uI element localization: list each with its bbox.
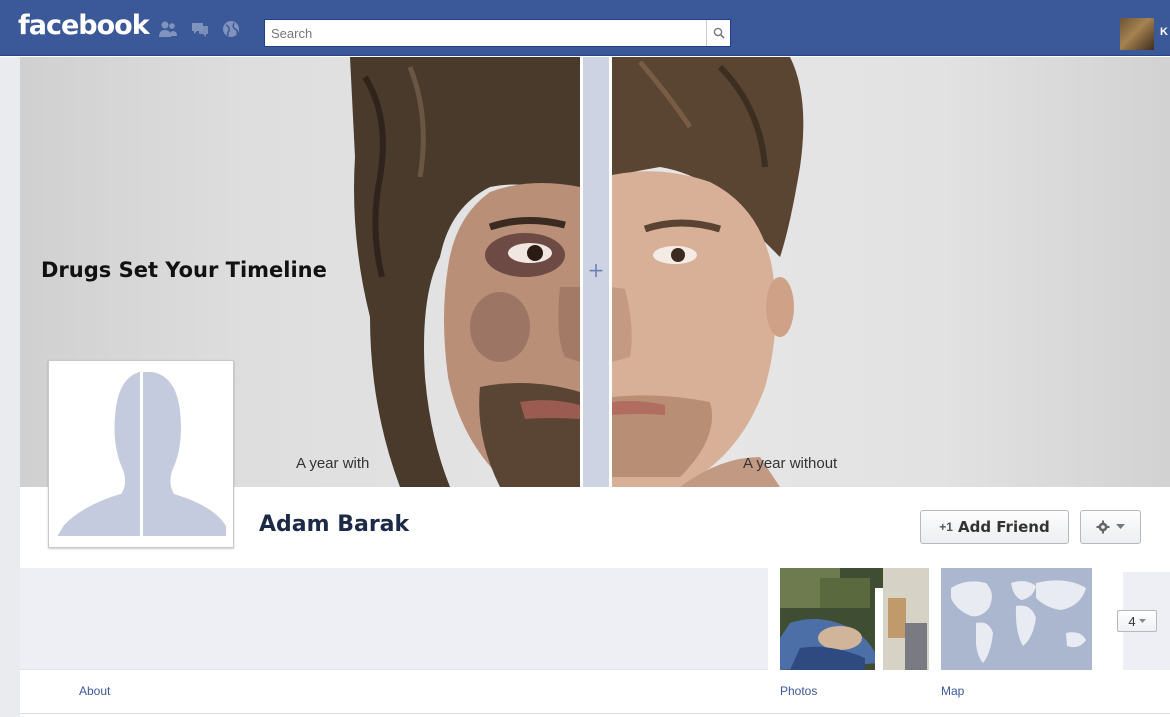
cover-caption-without: A year without (743, 455, 838, 472)
friend-requests-icon[interactable] (158, 20, 178, 38)
page-left-gutter (0, 57, 20, 717)
add-friend-label: Add Friend (957, 518, 1050, 536)
cover-caption-with: A year with (296, 455, 370, 472)
profile-picture[interactable] (48, 360, 234, 548)
chevron-down-icon (1116, 524, 1125, 529)
search-input[interactable] (271, 23, 701, 43)
search-button[interactable] (706, 20, 730, 46)
photos-preview-image (780, 568, 929, 670)
search-icon (713, 27, 725, 39)
user-name-initial[interactable]: K (1160, 26, 1168, 38)
notifications-globe-icon[interactable] (221, 20, 241, 38)
svg-text:+: + (588, 258, 605, 282)
world-map-preview (941, 568, 1092, 670)
search-box (264, 19, 731, 47)
map-thumbnail[interactable] (941, 568, 1092, 670)
settings-dropdown-button[interactable] (1080, 510, 1141, 544)
section-divider (20, 713, 1170, 714)
user-avatar[interactable] (1120, 18, 1154, 50)
add-friend-icon: +1 (939, 520, 953, 534)
profile-name[interactable]: Adam Barak (259, 512, 409, 537)
about-link[interactable]: About (79, 684, 110, 698)
about-section[interactable] (20, 568, 768, 670)
messages-icon[interactable] (190, 20, 210, 38)
facebook-logo[interactable]: facebook (18, 10, 150, 41)
chevron-down-icon (1138, 618, 1146, 623)
photos-link[interactable]: Photos (780, 684, 817, 698)
photos-thumbnail[interactable] (780, 568, 929, 670)
map-link[interactable]: Map (941, 684, 964, 698)
cover-title: Drugs Set Your Timeline (41, 258, 327, 282)
more-sections-dropdown[interactable]: 4 (1117, 610, 1157, 632)
top-navigation-bar: facebook K (0, 0, 1170, 56)
gear-icon (1096, 520, 1110, 534)
add-friend-button[interactable]: +1 Add Friend (920, 510, 1069, 544)
more-count: 4 (1128, 613, 1136, 629)
default-avatar-silhouette (54, 366, 228, 542)
